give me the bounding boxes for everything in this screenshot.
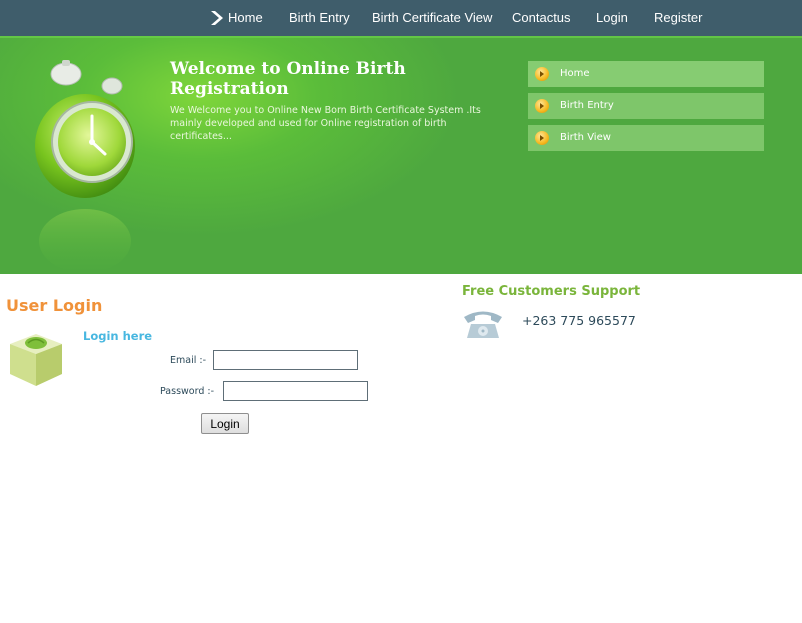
password-label: Password :- xyxy=(160,386,215,397)
side-menu-item-birth-entry[interactable]: Birth Entry xyxy=(528,93,764,119)
nav-contactus-link[interactable]: Contactus xyxy=(512,0,571,36)
support-phone-number: +263 775 965577 xyxy=(522,313,636,328)
nav-register-link[interactable]: Register xyxy=(654,0,702,36)
user-login-heading: User Login xyxy=(6,296,103,315)
side-menu-label: Home xyxy=(560,68,590,79)
hero-banner: Welcome to Online Birth Registration We … xyxy=(0,36,802,274)
chevron-right-icon xyxy=(211,11,223,25)
support-heading: Free Customers Support xyxy=(462,284,641,299)
top-navigation: Home Birth Entry Birth Certificate View … xyxy=(0,0,802,36)
login-here-heading: Login here xyxy=(83,329,153,343)
login-button[interactable]: Login xyxy=(201,413,249,434)
email-label: Email :- xyxy=(170,355,207,366)
nav-birth-entry-link[interactable]: Birth Entry xyxy=(289,0,350,36)
arrow-bullet-icon xyxy=(535,99,549,113)
telephone-icon xyxy=(464,311,502,338)
alarm-clock-icon xyxy=(35,60,135,273)
side-menu-item-birth-view[interactable]: Birth View xyxy=(528,125,764,151)
email-field[interactable] xyxy=(213,350,358,370)
banner-divider xyxy=(0,36,802,38)
nav-birth-certificate-view-link[interactable]: Birth Certificate View xyxy=(372,0,492,36)
arrow-bullet-icon xyxy=(535,131,549,145)
nav-home-link[interactable]: Home xyxy=(228,0,263,36)
side-menu: Home Birth Entry Birth View xyxy=(528,61,764,157)
side-menu-label: Birth View xyxy=(560,132,611,143)
password-field[interactable] xyxy=(223,381,368,401)
side-menu-item-home[interactable]: Home xyxy=(528,61,764,87)
package-box-icon xyxy=(10,334,62,386)
welcome-heading: Welcome to Online Birth Registration xyxy=(170,59,406,99)
nav-login-link[interactable]: Login xyxy=(596,0,628,36)
welcome-description: We Welcome you to Online New Born Birth … xyxy=(170,105,481,142)
arrow-bullet-icon xyxy=(535,67,549,81)
side-menu-label: Birth Entry xyxy=(560,100,614,111)
